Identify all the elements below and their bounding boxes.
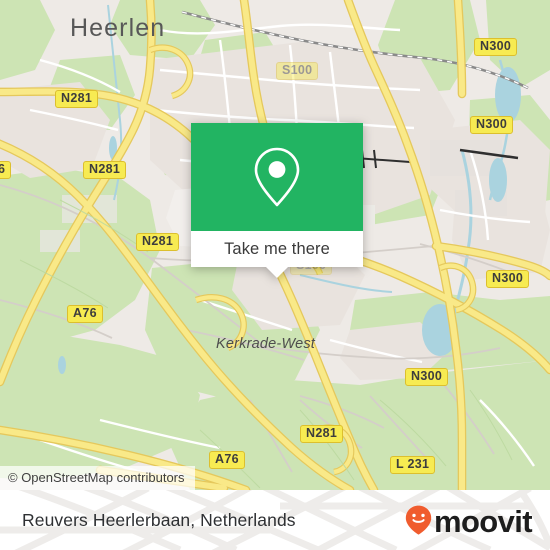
moovit-logo[interactable]: moovit (405, 490, 533, 550)
moovit-wordmark: moovit (433, 503, 533, 539)
card-pin-area (191, 123, 363, 231)
take-me-there-card[interactable]: Take me there (191, 123, 363, 278)
road-shield-n300-right-mid: N300 (486, 270, 530, 288)
road-shield-a76-left: A76 (67, 305, 103, 323)
road-shield-a76-bottom: A76 (209, 451, 245, 469)
map-canvas[interactable]: Heerlen Kerkrade-West N281 N281 6 N281 A… (0, 0, 550, 490)
osm-attribution[interactable]: © OpenStreetMap contributors (0, 466, 195, 490)
moovit-pin-smiley-icon (405, 505, 432, 535)
road-shield-n281-mid: N281 (136, 233, 180, 251)
location-title: Reuvers Heerlerbaan, Netherlands (22, 509, 296, 530)
bottom-bar: Reuvers Heerlerbaan, Netherlands moovit (0, 490, 550, 550)
road-shield-s100-top: S100 (276, 62, 319, 80)
moovit-map-screenshot: Heerlen Kerkrade-West N281 N281 6 N281 A… (0, 0, 550, 550)
road-shield-n300-topright: N300 (474, 38, 518, 56)
road-shield-n300-lower: N300 (405, 368, 449, 386)
road-shield-a76-edge: 6 (0, 161, 12, 179)
card-action-area[interactable]: Take me there (191, 231, 363, 267)
location-pin-icon (254, 147, 300, 207)
take-me-there-label: Take me there (224, 239, 330, 258)
road-shield-n281-bottom: N281 (300, 425, 344, 443)
road-shield-l231: L 231 (390, 456, 436, 474)
road-shield-n281-w: N281 (83, 161, 127, 179)
card-pointer-triangle (266, 267, 288, 278)
road-shield-n300-right-upper: N300 (470, 116, 514, 134)
road-shield-n281-nw: N281 (55, 90, 99, 108)
